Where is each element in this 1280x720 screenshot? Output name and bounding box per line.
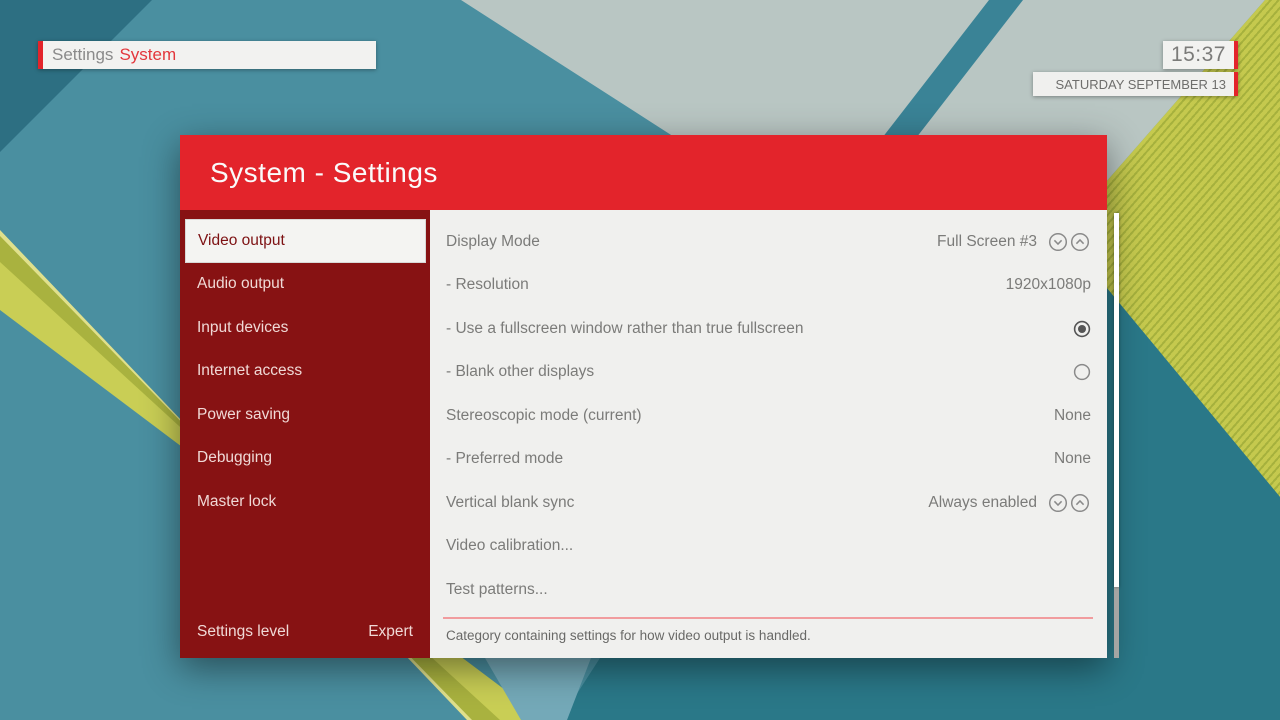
setting-value: Always enabled — [928, 494, 1037, 512]
radio-selected-icon[interactable] — [1073, 320, 1091, 338]
clock: 15:37 — [1163, 41, 1238, 69]
setting-row[interactable]: Test patterns... — [430, 568, 1107, 612]
setting-row[interactable]: Video calibration... — [430, 525, 1107, 569]
spin-down-icon[interactable] — [1050, 494, 1067, 511]
date: SATURDAY SEPTEMBER 13 — [1033, 72, 1238, 96]
sidebar-items: Video output Audio output Input devices … — [180, 210, 430, 524]
screen: Settings System 15:37 SATURDAY SEPTEMBER… — [0, 0, 1280, 720]
sidebar-item-input-devices[interactable]: Input devices — [180, 306, 430, 350]
settings-rows: Display Mode Full Screen #3 - Resolution… — [430, 210, 1107, 612]
sidebar-item-power-saving[interactable]: Power saving — [180, 393, 430, 437]
breadcrumb-accent — [38, 41, 43, 69]
sidebar-item-label: Debugging — [197, 449, 272, 467]
date-accent — [1234, 72, 1238, 96]
sidebar-item-video-output[interactable]: Video output — [185, 219, 426, 263]
sidebar-item-master-lock[interactable]: Master lock — [180, 480, 430, 524]
breadcrumb-page: System — [119, 45, 176, 65]
category-description: Category containing settings for how vid… — [430, 619, 1107, 643]
clock-time: 15:37 — [1171, 43, 1226, 67]
breadcrumb: Settings System — [38, 41, 376, 69]
setting-value: Full Screen #3 — [937, 233, 1037, 251]
sidebar-item-label: Power saving — [197, 406, 290, 424]
setting-label: - Resolution — [446, 276, 1006, 294]
setting-label: - Blank other displays — [446, 363, 1063, 381]
date-text: SATURDAY SEPTEMBER 13 — [1056, 77, 1227, 92]
setting-row[interactable]: Vertical blank sync Always enabled — [430, 481, 1107, 525]
sidebar-item-label: Master lock — [197, 493, 276, 511]
setting-label: - Preferred mode — [446, 450, 1054, 468]
settings-panel: Display Mode Full Screen #3 - Resolution… — [430, 210, 1107, 658]
dialog-title: System - Settings — [210, 157, 438, 189]
sidebar-item-label: Audio output — [197, 275, 284, 293]
settings-level-row[interactable]: Settings level Expert — [180, 612, 430, 652]
sidebar-item-label: Input devices — [197, 319, 288, 337]
setting-value: 1920x1080p — [1006, 276, 1091, 294]
setting-row[interactable]: - Preferred mode None — [430, 438, 1107, 482]
setting-label: Test patterns... — [446, 581, 1091, 599]
spinner-icons — [1047, 493, 1091, 513]
setting-row[interactable]: Stereoscopic mode (current) None — [430, 394, 1107, 438]
sidebar: Video output Audio output Input devices … — [180, 210, 430, 658]
setting-label: Display Mode — [446, 233, 937, 251]
settings-level-label: Settings level — [197, 623, 289, 641]
setting-row[interactable]: - Use a fullscreen window rather than tr… — [430, 307, 1107, 351]
panel-footer: Category containing settings for how vid… — [430, 617, 1107, 658]
setting-row[interactable]: Display Mode Full Screen #3 — [430, 220, 1107, 264]
scrollbar[interactable] — [1114, 213, 1119, 658]
setting-value: None — [1054, 450, 1091, 468]
clock-accent — [1234, 41, 1238, 69]
scrollbar-thumb[interactable] — [1114, 213, 1119, 587]
spinner-icons — [1047, 232, 1091, 252]
sidebar-item-internet-access[interactable]: Internet access — [180, 350, 430, 394]
sidebar-item-debugging[interactable]: Debugging — [180, 437, 430, 481]
sidebar-item-label: Video output — [198, 232, 285, 250]
settings-level-value: Expert — [368, 623, 413, 641]
dialog-header: System - Settings — [180, 135, 1107, 210]
setting-row[interactable]: - Blank other displays — [430, 351, 1107, 395]
setting-label: - Use a fullscreen window rather than tr… — [446, 320, 1063, 338]
dialog-body: Video output Audio output Input devices … — [180, 210, 1107, 658]
setting-label: Video calibration... — [446, 537, 1091, 555]
sidebar-item-audio-output[interactable]: Audio output — [180, 263, 430, 307]
setting-label: Stereoscopic mode (current) — [446, 407, 1054, 425]
spin-up-icon[interactable] — [1072, 233, 1089, 250]
spin-down-icon[interactable] — [1050, 233, 1067, 250]
setting-row[interactable]: - Resolution 1920x1080p — [430, 264, 1107, 308]
setting-value: None — [1054, 407, 1091, 425]
radio-unselected-icon[interactable] — [1073, 363, 1091, 381]
sidebar-item-label: Internet access — [197, 362, 302, 380]
setting-label: Vertical blank sync — [446, 494, 928, 512]
spin-up-icon[interactable] — [1072, 494, 1089, 511]
settings-dialog: System - Settings Video output Audio out… — [180, 135, 1107, 658]
breadcrumb-section: Settings — [52, 45, 113, 65]
